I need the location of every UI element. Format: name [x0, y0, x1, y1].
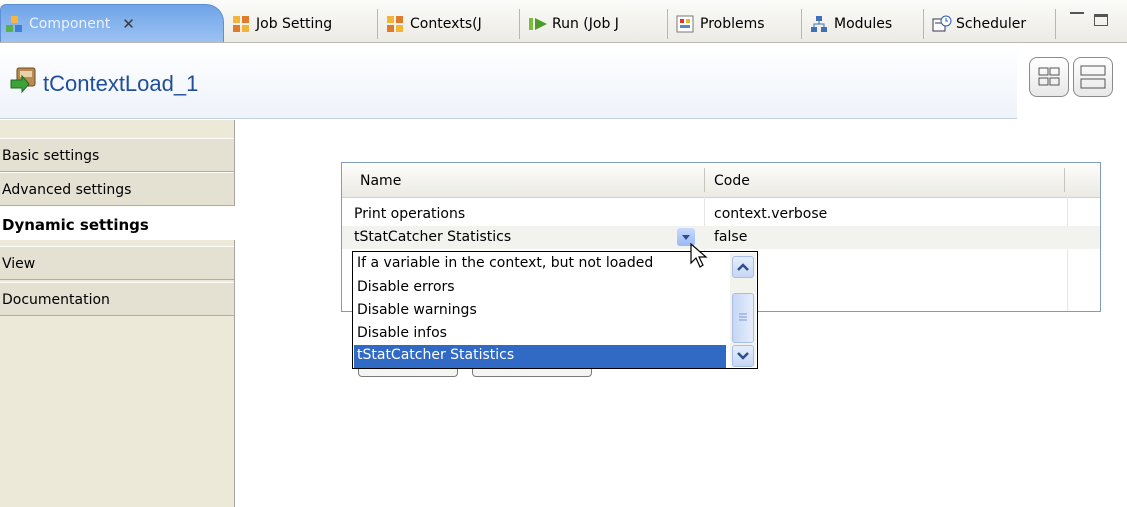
list-item[interactable]: If a variable in the context, but not lo…	[354, 253, 726, 276]
view-tab-bar: Component ✕ Job Setting Contexts(J Run (…	[0, 0, 1127, 43]
list-item[interactable]: Disable errors	[354, 277, 726, 300]
sidebar-item-documentation[interactable]: Documentation	[0, 282, 234, 316]
row-code[interactable]: false	[714, 229, 747, 245]
row-name: tStatCatcher Statistics	[354, 229, 512, 245]
run-icon	[528, 15, 547, 33]
column-header-code[interactable]: Code	[714, 173, 750, 189]
chevron-down-icon	[737, 352, 749, 360]
settings-sidebar: Basic settings Advanced settings Dynamic…	[0, 120, 236, 507]
tab-label: Run (Job J	[552, 16, 619, 32]
contexts-icon	[386, 15, 404, 33]
vertical-scrollbar[interactable]	[730, 253, 756, 367]
tab-label: Job Setting	[256, 16, 333, 32]
tcontextload-icon	[10, 66, 38, 94]
grip-icon	[739, 313, 747, 321]
minimize-icon[interactable]	[1070, 12, 1084, 16]
sidebar-item-basic-settings[interactable]: Basic settings	[0, 138, 234, 172]
tab-component[interactable]: Component ✕	[0, 4, 224, 42]
row-name: Print operations	[354, 206, 466, 222]
column-header-name[interactable]: Name	[360, 173, 401, 189]
component-icon	[5, 15, 23, 33]
scroll-up-button[interactable]	[732, 256, 754, 278]
component-header: tContextLoad_1	[0, 43, 1127, 121]
tab-contexts[interactable]: Contexts(J	[382, 9, 520, 39]
list-item[interactable]: Disable infos	[354, 323, 726, 346]
modules-icon	[810, 15, 828, 33]
job-setting-icon	[232, 15, 250, 33]
tab-label: Scheduler	[956, 16, 1027, 32]
list-item[interactable]: Disable warnings	[354, 300, 726, 323]
list-layout-button[interactable]	[1073, 57, 1113, 97]
sidebar-item-view[interactable]: View	[0, 246, 234, 280]
sidebar-item-dynamic-settings[interactable]: Dynamic settings	[0, 206, 236, 240]
maximize-icon[interactable]	[1094, 14, 1108, 26]
scroll-thumb[interactable]	[732, 293, 754, 343]
tab-label: Problems	[700, 16, 765, 32]
tab-run[interactable]: Run (Job J	[524, 9, 668, 39]
chevron-up-icon	[737, 263, 749, 271]
list-item-selected[interactable]: tStatCatcher Statistics	[354, 345, 726, 368]
column-divider	[1064, 168, 1065, 192]
tab-problems[interactable]: Problems	[672, 9, 802, 39]
scheduler-icon	[932, 15, 952, 33]
row-code[interactable]: context.verbose	[714, 206, 827, 222]
tab-label: Modules	[834, 16, 893, 32]
close-icon[interactable]: ✕	[122, 15, 135, 33]
column-divider	[704, 168, 705, 192]
tab-modules[interactable]: Modules	[806, 9, 924, 39]
list-layout-icon	[1080, 65, 1106, 89]
tab-scheduler[interactable]: Scheduler	[928, 9, 1056, 39]
grid-layout-button[interactable]	[1029, 57, 1069, 97]
mouse-cursor-icon	[690, 243, 708, 268]
grid-layout-icon	[1038, 67, 1060, 86]
problems-icon	[676, 15, 694, 33]
tab-label: Component	[29, 15, 111, 32]
table-row[interactable]: tStatCatcher Statistics false	[342, 226, 1100, 249]
table-row[interactable]: Print operations context.verbose	[342, 203, 1100, 226]
table-header: Name Code	[342, 163, 1100, 198]
scroll-down-button[interactable]	[732, 345, 754, 367]
tab-label: Contexts(J	[410, 16, 482, 32]
sidebar-item-advanced-settings[interactable]: Advanced settings	[0, 172, 234, 206]
tab-job-setting[interactable]: Job Setting	[228, 9, 378, 39]
page-title: tContextLoad_1	[43, 71, 199, 96]
